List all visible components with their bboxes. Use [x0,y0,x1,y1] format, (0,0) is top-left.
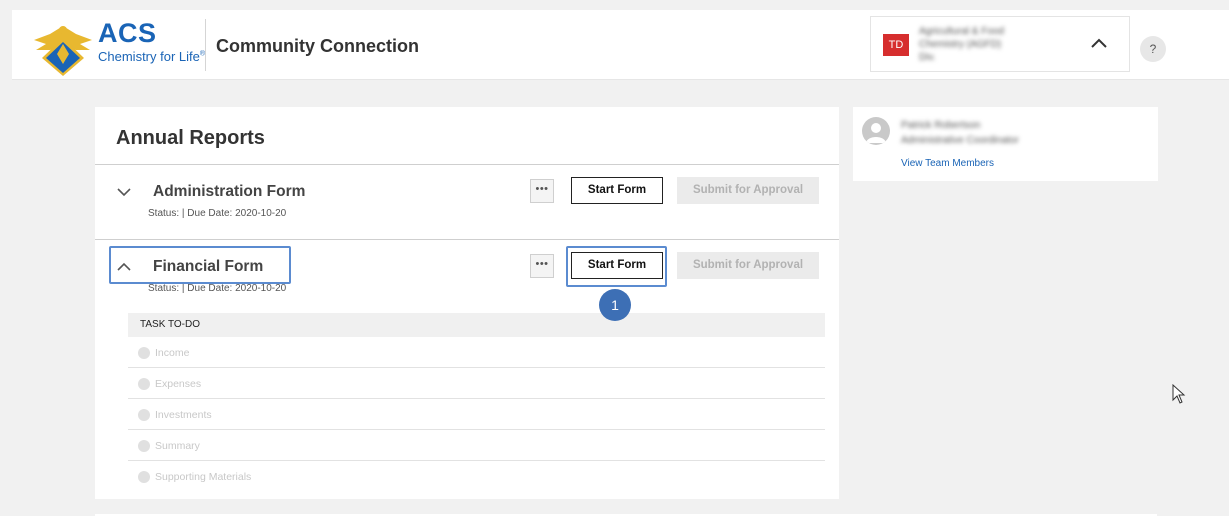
task-item-income[interactable]: Income [128,337,825,368]
task-item-summary[interactable]: Summary [128,430,825,461]
task-status-dot [138,440,150,452]
logo-tagline: Chemistry for Life® [98,49,205,64]
task-label: Supporting Materials [155,471,252,483]
submit-for-approval-button[interactable]: Submit for Approval [677,252,819,279]
logo-wordmark: ACS [98,18,157,48]
org-name-line3: Div. [919,52,936,63]
app-title: Community Connection [216,36,419,56]
start-form-button[interactable]: Start Form [571,177,663,204]
task-item-investments[interactable]: Investments [128,399,825,430]
step-badge: 1 [599,289,631,321]
acs-emblem-icon [34,26,92,76]
task-label: Income [155,347,190,359]
more-options-button[interactable]: ••• [530,179,554,203]
chevron-up-icon[interactable] [1089,33,1109,53]
app-header: ACS Chemistry for Life® Community Connec… [12,10,1229,80]
task-status-dot [138,471,150,483]
task-label: Summary [155,440,200,452]
org-avatar: TD [883,34,909,56]
task-label: Expenses [155,378,202,390]
user-avatar-icon [862,117,890,145]
highlight-start-form [566,246,667,287]
org-name-line1: Agricultural & Food [919,26,1005,37]
panel-title: Annual Reports [116,127,265,149]
header-divider [205,19,206,71]
organization-selector[interactable]: TD Agricultural & Food Chemistry (AGFD) … [870,16,1130,72]
more-options-button[interactable]: ••• [530,254,554,278]
task-item-expenses[interactable]: Expenses [128,368,825,399]
task-item-supporting-materials[interactable]: Supporting Materials [128,461,825,492]
task-status-dot [138,347,150,359]
task-label: Investments [155,409,212,421]
mouse-cursor-icon [1172,384,1186,404]
highlight-financial-form [109,246,291,284]
acs-logo[interactable]: ACS Chemistry for Life® [32,18,212,76]
chevron-down-icon[interactable] [115,183,133,201]
task-status-dot [138,409,150,421]
form-status: Status: | Due Date: 2020-10-20 [148,283,287,294]
member-name: Patrick Robertson [901,120,981,131]
submit-for-approval-button[interactable]: Submit for Approval [677,177,819,204]
logo-tagline-text: Chemistry for Life [98,49,200,64]
form-row-administration: Administration Form Status: | Due Date: … [95,165,839,239]
org-name-line2: Chemistry (AGFD) [919,39,1002,50]
team-panel: Patrick Robertson Administrative Coordin… [853,107,1158,181]
task-status-dot [138,378,150,390]
member-role: Administrative Coordinator [901,135,1019,146]
form-name: Administration Form [153,183,306,200]
task-todo-header: TASK TO-DO [128,313,825,337]
help-button[interactable]: ? [1140,36,1166,62]
view-team-members-link[interactable]: View Team Members [901,158,994,169]
form-status: Status: | Due Date: 2020-10-20 [148,208,287,219]
